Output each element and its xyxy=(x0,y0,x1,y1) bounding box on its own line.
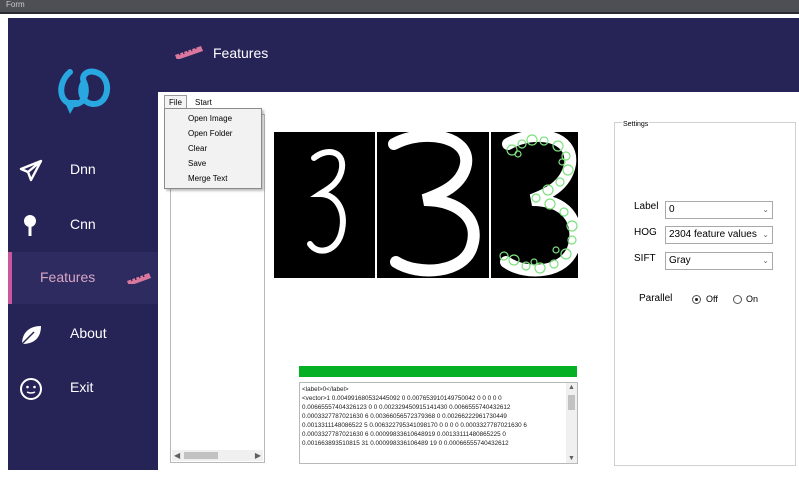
chevron-down-icon: ⌄ xyxy=(762,230,769,239)
file-menu-dropdown: Open Image Open Folder Clear Save Merge … xyxy=(164,108,262,189)
nav-item-cnn[interactable]: Cnn xyxy=(8,199,158,251)
menu-start[interactable]: Start xyxy=(190,95,217,109)
progress-bar xyxy=(299,366,577,377)
pin-icon xyxy=(24,215,36,236)
chevron-down-icon: ⌄ xyxy=(762,256,769,265)
radio-selected-dot xyxy=(695,298,698,301)
horizontal-scrollbar[interactable]: ◀ ▶ xyxy=(172,450,263,461)
output-line: 0.0003327787021630 6 0.00366056572379368… xyxy=(302,413,507,420)
ruler-icon xyxy=(127,273,151,284)
output-line: <label>0</label> xyxy=(302,386,349,393)
hog-select[interactable]: 2304 feature values ⌄ xyxy=(665,226,773,244)
menu-item-clear[interactable]: Clear xyxy=(165,143,261,155)
settings-groupbox: Settings Label 0 ⌄ HOG 2304 feature valu… xyxy=(614,121,796,466)
label-field-label: Label xyxy=(634,201,659,212)
scrollbar-thumb[interactable] xyxy=(184,452,218,459)
output-line: 0.00665557404326123 0 0 0.00232945091514… xyxy=(302,404,511,411)
output-line: 0.0013311148086522 5 0.00632279534109817… xyxy=(302,422,527,429)
parallel-on-label: On xyxy=(746,294,759,304)
features-panel: File Start Open Image Open Folder Clear … xyxy=(158,92,799,470)
nav-label-exit: Exit xyxy=(70,379,94,395)
sift-select[interactable]: Gray ⌄ xyxy=(665,252,773,270)
label-select-value: 0 xyxy=(669,204,675,215)
scroll-right-icon[interactable]: ▶ xyxy=(255,450,261,461)
window-title: Form xyxy=(6,0,25,9)
page-title: Features xyxy=(213,45,269,61)
menu-bar: File Start xyxy=(164,95,424,109)
parallel-label: Parallel xyxy=(639,293,673,304)
paper-plane-icon xyxy=(19,159,43,182)
menu-item-save[interactable]: Save xyxy=(165,158,261,170)
active-indicator xyxy=(8,252,12,304)
face-icon xyxy=(20,378,42,400)
output-line: 0.001663893510815 31 0.000998336106489 1… xyxy=(302,440,509,447)
nav-item-about[interactable]: About xyxy=(8,308,158,360)
ruler-icon xyxy=(175,45,203,59)
menu-item-open-folder[interactable]: Open Folder xyxy=(165,128,261,140)
app-logo-icon xyxy=(58,68,111,114)
menu-item-merge-text[interactable]: Merge Text xyxy=(165,173,261,185)
parallel-off-radio[interactable] xyxy=(692,295,701,304)
digit-image-preview xyxy=(274,132,578,278)
scroll-left-icon[interactable]: ◀ xyxy=(174,450,180,461)
progress-fill xyxy=(299,366,577,377)
hog-field-label: HOG xyxy=(634,227,657,238)
menu-file[interactable]: File xyxy=(164,95,187,109)
chevron-down-icon: ⌄ xyxy=(762,205,769,214)
parallel-on-radio[interactable] xyxy=(733,295,742,304)
label-select[interactable]: 0 ⌄ xyxy=(665,201,773,219)
hog-select-value: 2304 feature values xyxy=(669,229,757,240)
output-line: 0.0003327787021630 6 0.00099833610648919… xyxy=(302,431,506,438)
nav-label-about: About xyxy=(70,325,107,341)
scroll-down-icon[interactable]: ▼ xyxy=(568,455,575,462)
nav-label-cnn: Cnn xyxy=(70,216,96,232)
feature-output-textbox[interactable]: <label>0</label> <vector>1 0.00499168053… xyxy=(299,382,578,464)
sift-field-label: SIFT xyxy=(634,253,656,264)
scroll-up-icon[interactable]: ▲ xyxy=(568,384,575,391)
page-header: Features xyxy=(158,18,799,92)
scrollbar-thumb[interactable] xyxy=(568,395,575,410)
sift-select-value: Gray xyxy=(669,255,691,266)
settings-legend: Settings xyxy=(622,121,650,128)
menu-item-open-image[interactable]: Open Image xyxy=(165,113,261,125)
sidebar: Dnn Cnn Features About Exit xyxy=(8,18,158,470)
nav-label-features: Features xyxy=(40,269,96,285)
nav-label-dnn: Dnn xyxy=(70,161,96,177)
leaf-icon xyxy=(21,326,41,345)
parallel-off-label: Off xyxy=(706,294,718,304)
nav-item-features[interactable]: Features xyxy=(8,252,158,304)
nav-item-exit[interactable]: Exit xyxy=(8,362,158,414)
window-titlebar: Form xyxy=(0,0,799,14)
nav-item-dnn[interactable]: Dnn xyxy=(8,144,158,196)
output-line: <vector>1 0.004991680532445092 0 0.00765… xyxy=(302,395,502,402)
vertical-scrollbar[interactable]: ▲ ▼ xyxy=(566,383,577,463)
